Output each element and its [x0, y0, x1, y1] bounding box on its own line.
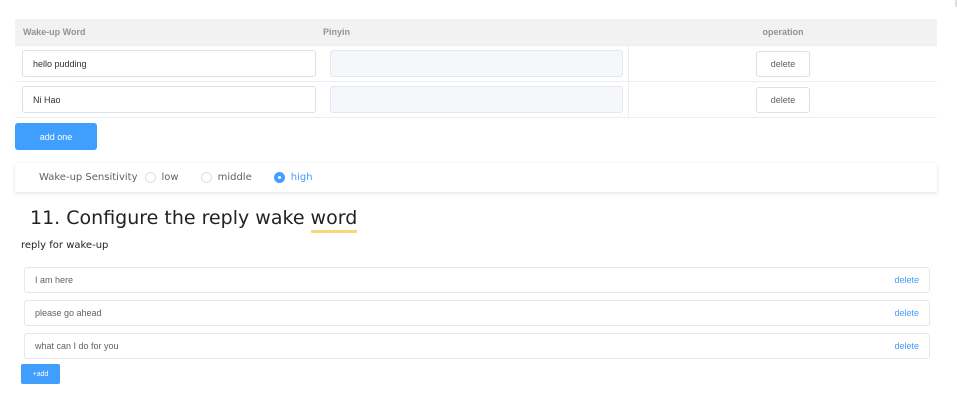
radio-checked-icon[interactable]: [273, 172, 285, 183]
radio-label-middle: middle: [217, 172, 252, 183]
list-item: what can I do for you delete: [24, 333, 930, 359]
wake-word-table: Wake-up Word Pinyin operation hello pudd…: [15, 19, 937, 118]
pinyin-input[interactable]: [330, 86, 623, 113]
reply-text: I am here: [35, 275, 74, 285]
add-one-button[interactable]: add one: [15, 123, 97, 150]
radio-label-high: high: [290, 172, 313, 183]
column-header-operation: operation: [762, 27, 804, 37]
delete-button[interactable]: delete: [756, 86, 810, 113]
radio-middle[interactable]: middle: [200, 172, 252, 183]
table-row: Ni Hao delete: [15, 81, 937, 117]
wake-word-input[interactable]: hello pudding: [22, 50, 316, 77]
heading-text: 11. Configure the reply wake: [30, 207, 311, 229]
radio-low[interactable]: low: [144, 172, 179, 183]
table-header: Wake-up Word Pinyin operation: [15, 19, 937, 45]
add-reply-button[interactable]: +add: [21, 364, 60, 384]
delete-button[interactable]: delete: [756, 50, 810, 77]
radio-circle-icon[interactable]: [200, 172, 212, 183]
sensitivity-card: Wake-up Sensitivity low middle high: [15, 163, 937, 192]
column-header-pinyin: Pinyin: [323, 27, 351, 37]
reply-text: please go ahead: [35, 308, 102, 318]
delete-link[interactable]: delete: [894, 275, 919, 285]
heading-highlight: word: [310, 207, 358, 229]
list-item: I am here delete: [24, 267, 930, 293]
delete-link[interactable]: delete: [894, 341, 919, 351]
radio-label-low: low: [161, 172, 179, 183]
delete-link[interactable]: delete: [894, 308, 919, 318]
column-header-wake-word: Wake-up Word: [23, 27, 86, 37]
table-row: hello pudding delete: [15, 45, 937, 81]
sensitivity-label: Wake-up Sensitivity: [39, 172, 138, 183]
reply-subtitle: reply for wake-up: [21, 240, 109, 251]
radio-circle-icon[interactable]: [144, 172, 156, 183]
pinyin-input[interactable]: [330, 50, 623, 77]
wake-word-input[interactable]: Ni Hao: [22, 86, 316, 113]
reply-text: what can I do for you: [35, 341, 119, 351]
section-heading: 11. Configure the reply wake word: [30, 207, 357, 229]
radio-high[interactable]: high: [273, 172, 313, 183]
list-item: please go ahead delete: [24, 300, 930, 326]
